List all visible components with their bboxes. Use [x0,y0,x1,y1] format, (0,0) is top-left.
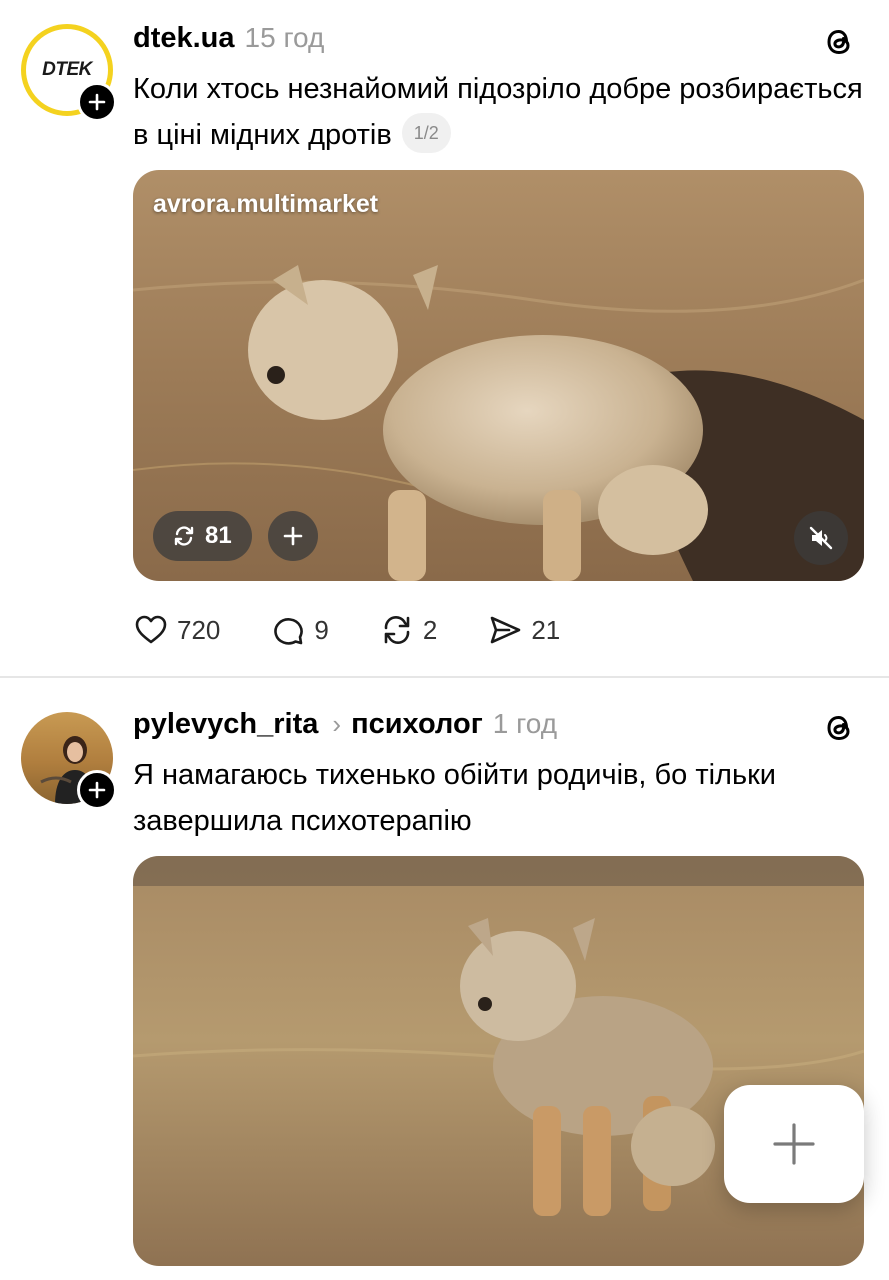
speaker-muted-icon [809,526,833,550]
chevron-right-icon: › [332,709,342,739]
post-video[interactable] [133,856,864,1266]
share-count: 21 [531,614,561,645]
author-avatar-wrap[interactable] [21,712,117,810]
plus-icon [773,1123,815,1165]
comment-count: 9 [314,614,329,645]
post-header: dtek.ua 15 год [133,22,324,55]
post-actions: 720 9 2 21 [133,608,610,652]
repost-count: 2 [422,614,438,645]
plus-icon [88,93,106,111]
author-avatar-wrap[interactable]: DTEK [21,24,117,122]
follow-button[interactable] [77,770,117,810]
post-time: 1 год [492,708,558,739]
threads-logo-icon[interactable] [821,24,857,60]
plus-icon [88,781,106,799]
repost-icon [384,616,410,644]
repost-icon [174,526,194,546]
threads-logo-icon[interactable] [821,710,857,746]
follow-button[interactable] [77,82,117,122]
dtek-logo: DTEK [42,59,92,80]
username[interactable]: pylevych_rita [133,708,318,741]
video-add-button[interactable] [268,511,318,561]
comment-button[interactable]: 9 [270,612,329,648]
fox-video-frame [133,856,864,1266]
post-time: 15 год [244,22,325,53]
video-repost-count: 81 [205,522,232,549]
send-icon [491,616,521,644]
post-text-content: Коли хтось незнайомий підозріло добре ро… [133,73,863,151]
post-header: pylevych_rita › психолог 1 год [133,708,557,741]
video-watermark: avrora.multimarket [153,190,379,218]
new-post-fab[interactable] [724,1085,864,1203]
video-repost-count-button[interactable]: 81 [153,511,252,561]
post-video[interactable]: avrora.multimarket 81 [133,170,864,581]
post-text: Коли хтось незнайомий підозріло добре ро… [133,66,863,158]
mute-toggle-button[interactable] [794,511,848,565]
like-count: 720 [177,614,221,645]
post-dtek: DTEK dtek.ua 15 год Коли хтось незнайоми… [0,0,889,676]
heart-icon [135,615,167,644]
page-indicator: 1/2 [401,113,451,154]
topic-tag[interactable]: психолог [351,708,483,741]
comment-bubble-icon [274,618,304,645]
repost-button[interactable]: 2 [379,612,437,648]
like-button[interactable]: 720 [133,612,220,648]
post-text: Я намагаюсь тихенько обійти родичів, бо … [133,759,776,837]
share-button[interactable]: 21 [487,612,560,648]
username[interactable]: dtek.ua [133,22,235,55]
plus-icon [283,526,303,546]
